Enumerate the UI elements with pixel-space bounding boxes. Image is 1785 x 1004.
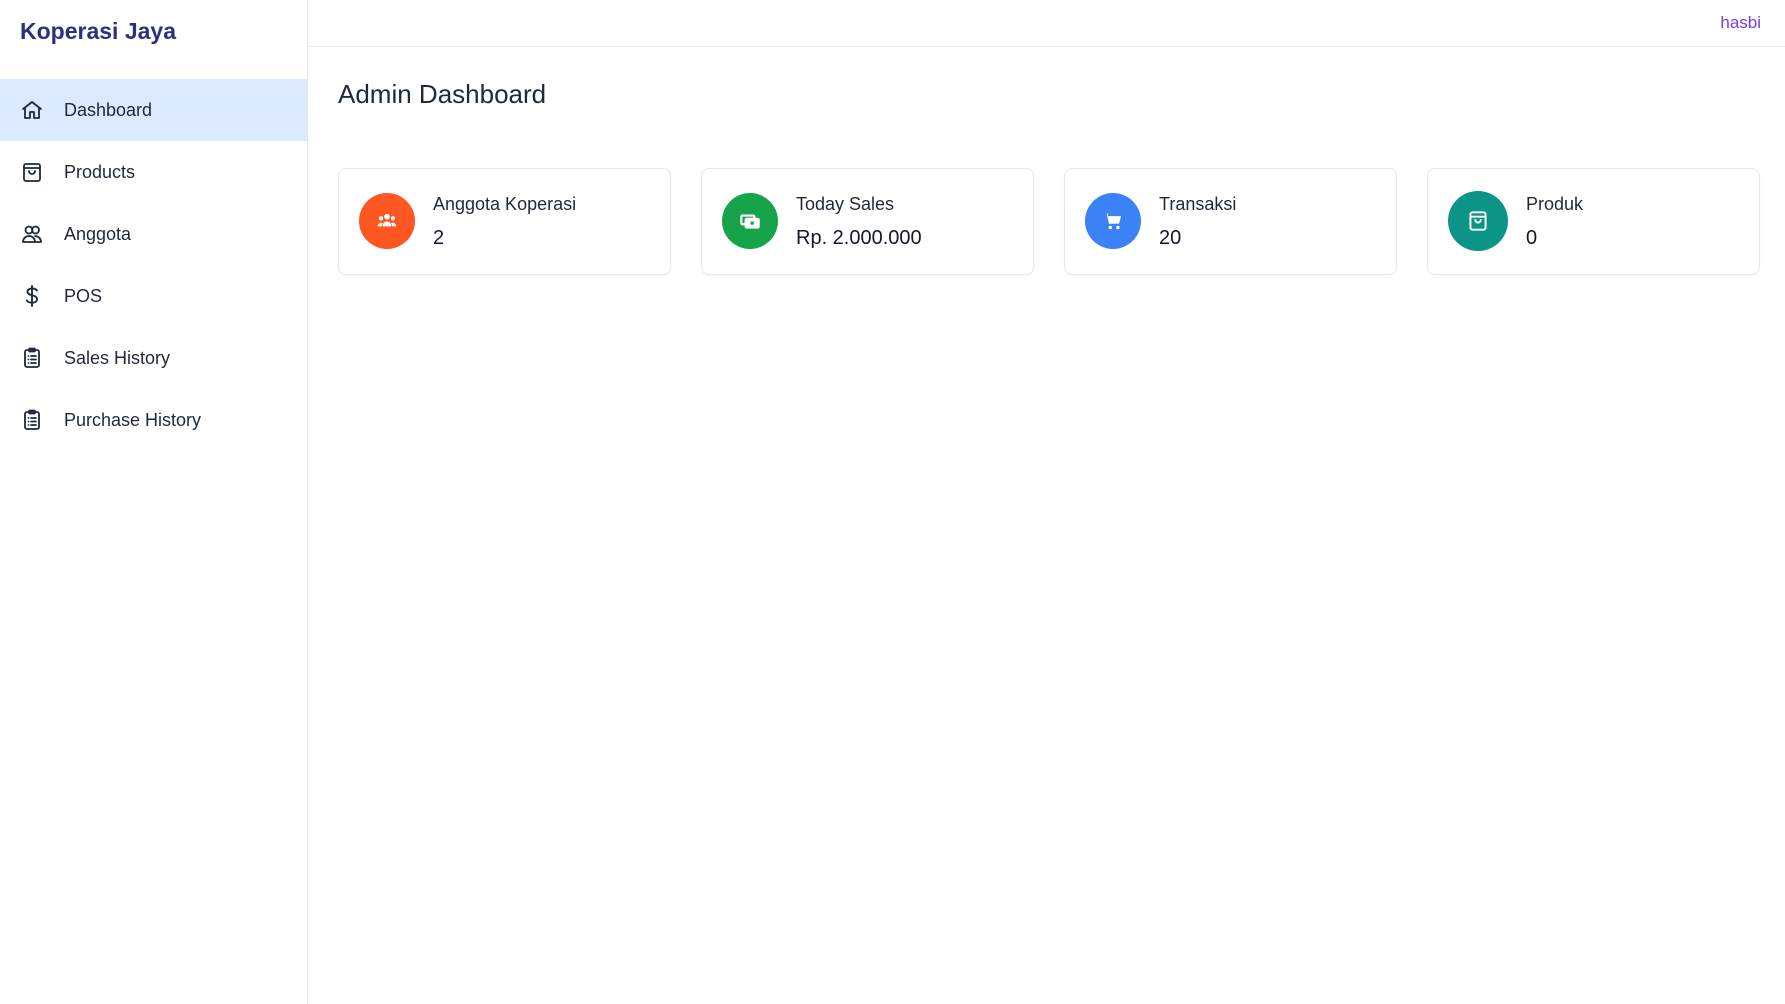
sidebar-item-label: Purchase History bbox=[64, 409, 202, 430]
brand-logo[interactable]: Koperasi Jaya bbox=[20, 18, 176, 45]
sidebar-item-label: Dashboard bbox=[64, 99, 153, 120]
user-menu-link[interactable]: hasbi bbox=[1720, 13, 1761, 33]
sidebar-item-dashboard[interactable]: Dashboard bbox=[0, 79, 307, 141]
sidebar: Koperasi Jaya Dashboard Products Anggota… bbox=[0, 0, 308, 1004]
shopping-bag-icon bbox=[20, 160, 44, 184]
sidebar-item-sales-history[interactable]: Sales History bbox=[0, 327, 307, 389]
sidebar-item-purchase-history[interactable]: Purchase History bbox=[0, 389, 307, 451]
clipboard-list-icon bbox=[20, 408, 44, 432]
app-root: Koperasi Jaya Dashboard Products Anggota… bbox=[0, 0, 1785, 1004]
card-text: Today Sales Rp. 2.000.000 bbox=[796, 193, 922, 249]
cash-icon bbox=[722, 193, 778, 249]
stat-card-transaksi: Transaksi 20 bbox=[1064, 168, 1397, 275]
top-bar: hasbi bbox=[308, 0, 1785, 47]
card-label: Today Sales bbox=[796, 194, 895, 214]
sidebar-item-pos[interactable]: POS bbox=[0, 265, 307, 327]
card-value: 2 bbox=[433, 227, 445, 249]
stat-cards: Anggota Koperasi 2 Today Sales Rp. 2.000… bbox=[338, 168, 1760, 275]
stat-card-today-sales: Today Sales Rp. 2.000.000 bbox=[701, 168, 1034, 275]
card-text: Transaksi 20 bbox=[1159, 193, 1236, 249]
user-group-icon bbox=[359, 193, 415, 249]
card-value: Rp. 2.000.000 bbox=[796, 227, 922, 249]
sidebar-item-anggota[interactable]: Anggota bbox=[0, 203, 307, 265]
dollar-icon bbox=[20, 284, 44, 308]
sidebar-item-label: Anggota bbox=[64, 223, 132, 244]
cart-icon bbox=[1085, 193, 1141, 249]
card-label: Transaksi bbox=[1159, 194, 1237, 214]
stat-card-anggota: Anggota Koperasi 2 bbox=[338, 168, 671, 275]
page-title: Admin Dashboard bbox=[338, 79, 547, 109]
sidebar-nav: Dashboard Products Anggota POS Sales His… bbox=[0, 79, 307, 451]
sidebar-item-products[interactable]: Products bbox=[0, 141, 307, 203]
card-value: 20 bbox=[1159, 227, 1182, 249]
card-text: Produk 0 bbox=[1526, 193, 1583, 249]
card-value: 0 bbox=[1526, 227, 1538, 249]
clipboard-list-icon bbox=[20, 346, 44, 370]
sidebar-item-label: POS bbox=[64, 285, 103, 306]
home-icon bbox=[20, 98, 44, 122]
users-icon bbox=[20, 222, 44, 246]
card-label: Anggota Koperasi bbox=[433, 194, 577, 214]
shopping-bag-icon bbox=[1448, 191, 1508, 251]
sidebar-item-label: Products bbox=[64, 161, 136, 182]
stat-card-produk: Produk 0 bbox=[1427, 168, 1760, 275]
card-text: Anggota Koperasi 2 bbox=[433, 193, 576, 249]
card-label: Produk bbox=[1526, 194, 1584, 214]
sidebar-item-label: Sales History bbox=[64, 347, 171, 368]
